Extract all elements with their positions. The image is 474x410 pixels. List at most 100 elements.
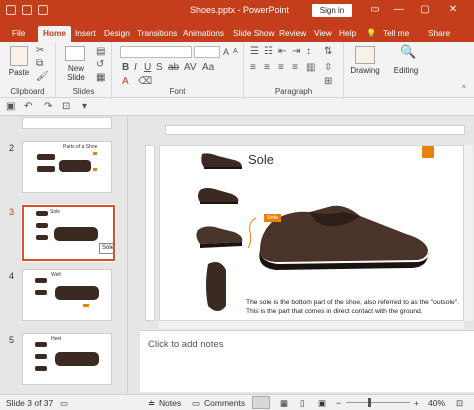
- tab-slide-show[interactable]: Slide Show: [233, 26, 275, 42]
- minimize-button[interactable]: —: [392, 4, 406, 16]
- new-slide-icon[interactable]: [65, 46, 85, 61]
- tab-design[interactable]: Design: [104, 26, 130, 42]
- paste-icon[interactable]: [10, 46, 28, 66]
- tab-file[interactable]: File: [12, 26, 25, 42]
- strikethrough-icon[interactable]: ab: [168, 63, 179, 73]
- thumbnail-slide-2[interactable]: Parts of a Shoe: [22, 141, 112, 193]
- shapes-icon[interactable]: [355, 46, 375, 64]
- customize-icon[interactable]: ▾: [82, 102, 87, 112]
- collapse-ribbon-icon[interactable]: ^: [462, 84, 466, 94]
- section-icon[interactable]: ▦: [96, 73, 105, 83]
- italic-icon[interactable]: I: [134, 63, 137, 73]
- cut-icon[interactable]: ✂: [36, 46, 44, 56]
- reset-icon[interactable]: ↺: [96, 60, 104, 70]
- font-name-box[interactable]: [120, 46, 192, 58]
- shoe-angled-view-small[interactable]: [196, 226, 243, 248]
- shoe-top-view-small[interactable]: [198, 188, 239, 204]
- tab-help[interactable]: Help: [339, 26, 356, 42]
- shadow-icon[interactable]: S: [156, 63, 163, 73]
- tab-animations[interactable]: Animations: [183, 26, 224, 42]
- bold-icon[interactable]: B: [122, 63, 129, 73]
- sole-callout-label[interactable]: Sole: [264, 214, 281, 222]
- shoe-main-image[interactable]: [259, 205, 429, 270]
- close-button[interactable]: ✕: [446, 4, 460, 16]
- shrink-font-icon[interactable]: A: [233, 47, 238, 57]
- clear-formatting-icon[interactable]: ⌫: [138, 77, 152, 87]
- text-direction-icon[interactable]: ⇅: [324, 47, 332, 57]
- slide-canvas[interactable]: Sole Sole The sole is the bottom part of…: [159, 145, 464, 321]
- slide-sorter-icon[interactable]: ▦: [280, 398, 288, 409]
- zoom-in-icon[interactable]: +: [414, 398, 419, 408]
- normal-view-icon[interactable]: [252, 396, 270, 409]
- copy-icon[interactable]: ⧉: [36, 59, 43, 69]
- bullets-icon[interactable]: ☰: [250, 47, 259, 57]
- comments-button[interactable]: Comments: [204, 398, 245, 408]
- format-painter-icon[interactable]: 🖌: [36, 72, 49, 82]
- increase-indent-icon[interactable]: ⇥: [292, 47, 300, 57]
- thumbnail-slide-3-selected[interactable]: Sole Sole: [21, 204, 116, 262]
- accessibility-icon[interactable]: ▭: [60, 398, 68, 409]
- char-spacing-icon[interactable]: AV: [184, 63, 197, 73]
- zoom-out-icon[interactable]: −: [336, 398, 341, 408]
- shoe-side-view-small[interactable]: [201, 153, 242, 169]
- notes-icon[interactable]: ≐: [148, 398, 155, 409]
- align-left-icon[interactable]: ≡: [250, 63, 256, 73]
- undo-icon[interactable]: ↶: [24, 102, 32, 112]
- comments-icon[interactable]: ▭: [192, 398, 200, 409]
- undo-icon[interactable]: [22, 5, 32, 15]
- shoe-front-view-small[interactable]: [206, 262, 226, 311]
- thumbnail-slide-1-partial[interactable]: [22, 117, 112, 129]
- zoom-slider[interactable]: [346, 402, 410, 403]
- thumbnail-slide-4[interactable]: Welt: [22, 269, 112, 321]
- redo-icon[interactable]: [38, 5, 48, 15]
- font-color-icon[interactable]: A: [122, 77, 129, 87]
- shoe-image: [36, 235, 48, 240]
- columns-icon[interactable]: ▥: [306, 63, 315, 73]
- notes-button[interactable]: Notes: [159, 398, 181, 408]
- grow-font-icon[interactable]: A: [223, 47, 229, 57]
- line-spacing-icon[interactable]: ↕: [306, 47, 311, 57]
- new-slide-label-1[interactable]: New: [59, 64, 93, 73]
- tab-transitions[interactable]: Transitions: [137, 26, 177, 42]
- tab-insert[interactable]: Insert: [75, 26, 96, 42]
- change-case-icon[interactable]: Aa: [202, 63, 214, 73]
- save-icon[interactable]: [6, 5, 16, 15]
- redo-icon[interactable]: ↷: [44, 102, 52, 112]
- notes-placeholder[interactable]: Click to add notes: [148, 339, 224, 350]
- align-center-icon[interactable]: ≡: [264, 63, 270, 73]
- reading-view-icon[interactable]: ▯: [300, 398, 305, 409]
- save-icon[interactable]: ▣: [6, 102, 15, 112]
- align-right-icon[interactable]: ≡: [278, 63, 284, 73]
- find-icon[interactable]: 🔍: [400, 45, 416, 58]
- vertical-scrollbar[interactable]: [463, 145, 473, 321]
- drawing-label[interactable]: Drawing: [344, 66, 386, 75]
- slideshow-view-icon[interactable]: ▣: [318, 398, 326, 409]
- decrease-indent-icon[interactable]: ⇤: [278, 47, 286, 57]
- tell-me-box[interactable]: Tell me: [383, 26, 409, 42]
- tab-home[interactable]: Home: [38, 26, 72, 42]
- start-from-beginning-icon[interactable]: ⊡: [62, 102, 70, 112]
- restore-button[interactable]: ▢: [418, 4, 432, 16]
- justify-icon[interactable]: ≡: [292, 63, 298, 73]
- smartart-icon[interactable]: ⊞: [324, 77, 332, 87]
- tab-view[interactable]: View: [314, 26, 332, 42]
- ribbon-display-options-icon[interactable]: ▭: [368, 4, 382, 16]
- zoom-slider-thumb[interactable]: [368, 398, 371, 407]
- horizontal-scrollbar[interactable]: [159, 321, 464, 329]
- editing-label[interactable]: Editing: [386, 66, 426, 75]
- numbering-icon[interactable]: ☷: [264, 47, 273, 57]
- zoom-percent[interactable]: 40%: [428, 398, 445, 408]
- font-size-box[interactable]: [194, 46, 220, 58]
- align-text-icon[interactable]: ⇳: [324, 63, 332, 73]
- fit-to-window-icon[interactable]: ⊡: [456, 398, 463, 409]
- share-button[interactable]: Share: [428, 26, 450, 42]
- slide-caption-text[interactable]: The sole is the bottom part of the shoe,…: [246, 299, 463, 316]
- new-slide-label-2[interactable]: Slide: [59, 73, 93, 82]
- layout-icon[interactable]: ▤: [96, 47, 105, 57]
- sign-in-button[interactable]: Sign in: [312, 4, 352, 17]
- paste-label[interactable]: Paste: [4, 68, 34, 77]
- underline-icon[interactable]: U: [144, 63, 151, 73]
- notes-pane[interactable]: Click to add notes: [140, 330, 474, 392]
- tab-review[interactable]: Review: [279, 26, 306, 42]
- thumbnail-slide-5[interactable]: Heel: [22, 333, 112, 385]
